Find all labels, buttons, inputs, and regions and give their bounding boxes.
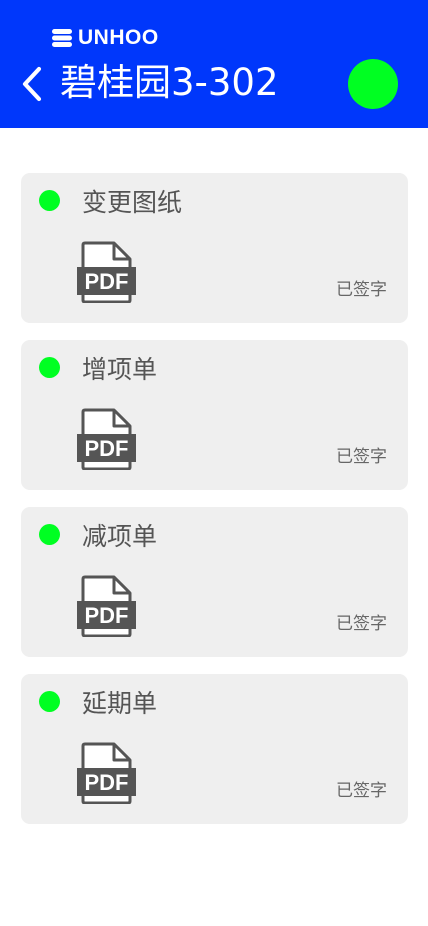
page-title: 碧桂园3-302 <box>60 61 279 104</box>
pdf-file-icon[interactable]: PDF <box>76 408 138 470</box>
status-dot <box>39 190 60 211</box>
document-card-reduction-order[interactable]: 减项单 PDF 已签字 <box>21 507 408 657</box>
svg-text:PDF: PDF <box>85 269 129 294</box>
document-title: 增项单 <box>82 355 158 384</box>
document-title: 减项单 <box>82 522 158 551</box>
back-button[interactable] <box>14 64 50 104</box>
svg-text:PDF: PDF <box>85 603 129 628</box>
svg-text:PDF: PDF <box>85 770 129 795</box>
document-card-addition-order[interactable]: 增项单 PDF 已签字 <box>21 340 408 490</box>
signature-status: 已签字 <box>336 781 387 801</box>
document-card-change-drawings[interactable]: 变更图纸 PDF 已签字 <box>21 173 408 323</box>
app-header: UNHOO 碧桂园3-302 <box>0 0 428 128</box>
chevron-left-icon <box>22 66 42 102</box>
pdf-file-icon[interactable]: PDF <box>76 241 138 303</box>
pdf-file-icon[interactable]: PDF <box>76 742 138 804</box>
brand-logo-text: UNHOO <box>78 26 159 49</box>
status-dot <box>39 524 60 545</box>
status-indicator[interactable] <box>348 59 398 109</box>
document-title: 变更图纸 <box>82 188 183 217</box>
brand-logo-icon <box>50 29 74 47</box>
signature-status: 已签字 <box>336 280 387 300</box>
status-dot <box>39 357 60 378</box>
brand-logo: UNHOO <box>50 26 159 50</box>
document-title: 延期单 <box>82 689 158 718</box>
signature-status: 已签字 <box>336 447 387 467</box>
document-card-extension-order[interactable]: 延期单 PDF 已签字 <box>21 674 408 824</box>
svg-text:PDF: PDF <box>85 436 129 461</box>
status-dot <box>39 691 60 712</box>
pdf-file-icon[interactable]: PDF <box>76 575 138 637</box>
signature-status: 已签字 <box>336 614 387 634</box>
